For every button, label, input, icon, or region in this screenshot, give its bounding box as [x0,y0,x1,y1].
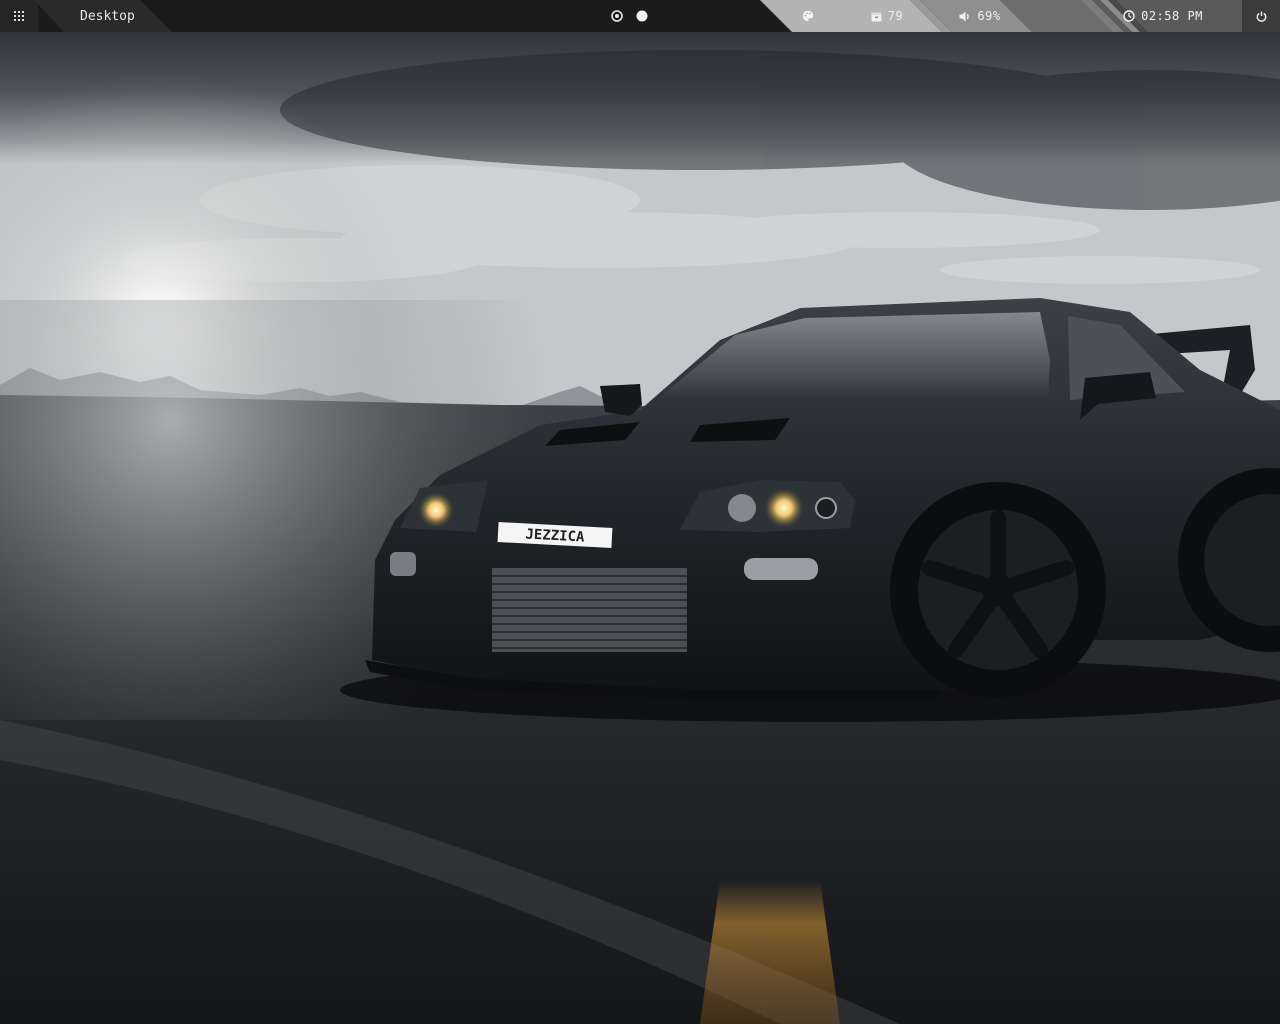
ring-dot-icon [611,10,623,22]
window-title-segment: Desktop [34,0,172,32]
app-menu-button[interactable] [0,0,38,32]
volume-level: 69% [977,9,1001,23]
updates-count: 79 [887,9,904,23]
clock-module[interactable]: 02:58 PM [1118,0,1208,32]
grid-menu-icon [14,11,24,21]
updates-module[interactable]: 79 [862,0,912,32]
workspace-title: Desktop [80,8,135,24]
filled-circle-icon [636,10,648,22]
volume-module[interactable]: 69% [952,0,1008,32]
wallpaper-image: JEZZICA [0,0,1280,1024]
top-panel: Desktop 79 69% 02:58 PM [0,0,1280,32]
clock-time: 02:58 PM [1141,9,1203,23]
workspace-2-button[interactable] [636,10,648,22]
power-icon [1256,11,1266,22]
license-plate-text: JEZZICA [525,526,585,545]
speaker-icon [959,11,970,21]
package-icon [871,12,882,21]
clock-icon [1123,10,1135,22]
desktop-wallpaper: JEZZICA [0,0,1280,1024]
palette-icon [802,10,814,22]
theme-module[interactable] [796,0,820,32]
power-button[interactable] [1242,0,1280,32]
workspace-1-button[interactable] [611,10,623,22]
